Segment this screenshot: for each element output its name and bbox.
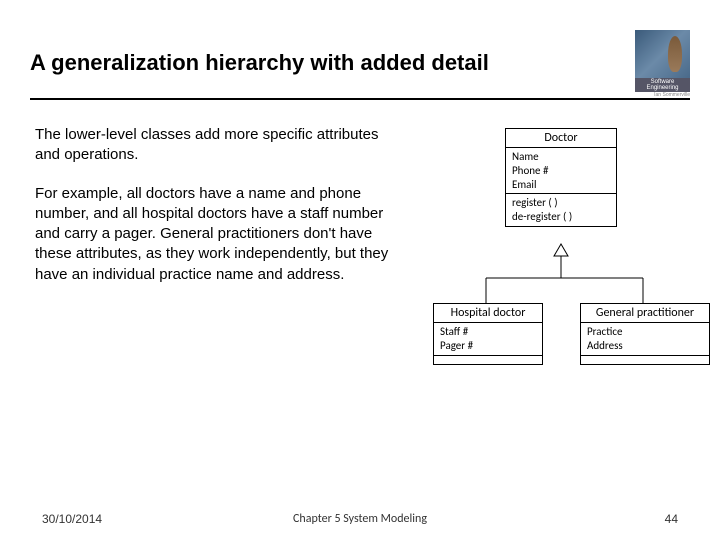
uml-class-general-practitioner: General practitioner Practice Address bbox=[580, 303, 710, 365]
uml-class-operations bbox=[434, 356, 542, 364]
body-paragraph-1: The lower-level classes add more specifi… bbox=[35, 125, 405, 166]
uml-class-attributes: Staff # Pager # bbox=[434, 323, 542, 356]
uml-class-title: Hospital doctor bbox=[434, 304, 542, 323]
uml-class-attributes: Practice Address bbox=[581, 323, 709, 356]
uml-attr: Practice bbox=[587, 325, 703, 339]
book-cover-logo: Software Engineering Ian Sommerville bbox=[635, 30, 690, 92]
body-paragraph-2: For example, all doctors have a name and… bbox=[35, 184, 405, 285]
footer-page-number: 44 bbox=[665, 512, 678, 526]
uml-class-operations bbox=[581, 356, 709, 364]
uml-class-title: Doctor bbox=[506, 129, 616, 148]
uml-class-doctor: Doctor Name Phone # Email register ( ) d… bbox=[505, 128, 617, 227]
uml-attr: Address bbox=[587, 339, 703, 353]
uml-attr: Pager # bbox=[440, 339, 536, 353]
slide: A generalization hierarchy with added de… bbox=[0, 0, 720, 540]
uml-attr: Staff # bbox=[440, 325, 536, 339]
body-text: The lower-level classes add more specifi… bbox=[35, 125, 405, 301]
uml-class-attributes: Name Phone # Email bbox=[506, 148, 616, 194]
book-cover-caption: Software Engineering bbox=[635, 78, 690, 92]
uml-attr: Name bbox=[512, 150, 610, 164]
uml-attr: Phone # bbox=[512, 164, 610, 178]
uml-class-hospital-doctor: Hospital doctor Staff # Pager # bbox=[433, 303, 543, 365]
uml-class-operations: register ( ) de-register ( ) bbox=[506, 194, 616, 226]
uml-op: de-register ( ) bbox=[512, 210, 610, 224]
title-divider bbox=[30, 98, 690, 100]
uml-op: register ( ) bbox=[512, 196, 610, 210]
uml-diagram: Doctor Name Phone # Email register ( ) d… bbox=[430, 128, 700, 393]
uml-attr: Email bbox=[512, 178, 610, 192]
book-cover-image bbox=[635, 30, 690, 78]
slide-title: A generalization hierarchy with added de… bbox=[30, 50, 489, 76]
uml-class-title: General practitioner bbox=[581, 304, 709, 323]
footer-chapter: Chapter 5 System Modeling bbox=[0, 512, 720, 526]
